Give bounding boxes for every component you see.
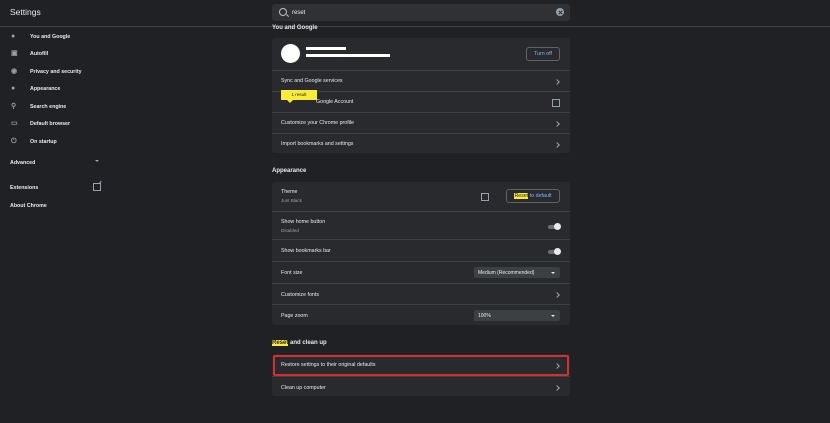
font-size-row: Font size Medium (Recommended) — [272, 261, 570, 284]
person-icon: ● — [11, 33, 16, 40]
open-in-new-icon[interactable] — [481, 193, 489, 201]
bookmarks-bar-toggle[interactable] — [548, 248, 561, 255]
search-result-bubble: 1 result — [281, 90, 317, 103]
open-in-new-icon — [552, 99, 560, 107]
font-size-select[interactable]: Medium (Recommended) — [474, 267, 560, 278]
account-row: Turn off — [272, 38, 570, 70]
reset-to-default-button[interactable]: Reset to default — [506, 189, 560, 203]
import-bookmarks-row[interactable]: Import bookmarks and settings — [272, 133, 570, 154]
chevron-down-icon — [95, 160, 99, 162]
chevron-right-icon — [554, 385, 560, 391]
chevron-right-icon — [554, 79, 560, 85]
chevron-down-icon — [551, 314, 555, 317]
turn-off-button[interactable]: Turn off — [526, 47, 560, 61]
sidebar-item-privacy[interactable]: ◉ Privacy and security — [0, 64, 110, 80]
reset-card: Restore settings to their original defau… — [272, 354, 570, 396]
palette-icon: ● — [11, 85, 16, 92]
restore-defaults-row[interactable]: Restore settings to their original defau… — [272, 354, 570, 376]
search-input[interactable] — [292, 7, 542, 18]
theme-row: Theme Just Black Reset to default — [272, 182, 570, 211]
search-box[interactable] — [272, 4, 570, 21]
account-email-redacted — [306, 54, 390, 57]
appearance-title: Appearance — [272, 168, 307, 174]
sidebar-item-on-startup[interactable]: ⏻ On startup — [0, 134, 110, 150]
customize-profile-row[interactable]: Customize your Chrome profile — [272, 112, 570, 134]
sidebar-item-appearance[interactable]: ● Appearance — [0, 81, 110, 97]
you-and-google-title: You and Google — [272, 25, 318, 31]
chevron-down-icon — [551, 271, 555, 274]
browser-icon: ▭ — [11, 120, 18, 127]
sync-row[interactable]: Sync and Google services — [272, 70, 570, 92]
home-button-toggle[interactable] — [548, 223, 561, 230]
app-title: Settings — [10, 7, 41, 17]
top-bar: Settings — [0, 0, 830, 27]
home-button-row[interactable]: Show home button Disabled — [272, 211, 570, 240]
clipboard-icon: ▣ — [11, 50, 18, 57]
sidebar-item-search-engine[interactable]: ⚲ Search engine — [0, 99, 110, 115]
chevron-right-icon — [554, 121, 560, 127]
account-name-redacted — [306, 47, 346, 50]
sidebar-advanced[interactable]: Advanced — [0, 155, 110, 171]
sidebar-item-you-and-google[interactable]: ● You and Google — [0, 29, 110, 45]
customize-fonts-row[interactable]: Customize fonts — [272, 283, 570, 305]
chevron-right-icon — [554, 142, 560, 148]
chevron-right-icon — [554, 292, 560, 298]
sidebar-item-autofill[interactable]: ▣ Autofill — [0, 46, 110, 62]
search-icon: ⚲ — [11, 103, 17, 110]
sidebar-item-default-browser[interactable]: ▭ Default browser — [0, 116, 110, 132]
clear-search-icon[interactable] — [556, 8, 564, 16]
shield-icon: ◉ — [11, 68, 18, 75]
open-in-new-icon — [93, 183, 101, 191]
sidebar-about-chrome[interactable]: About Chrome — [0, 198, 110, 214]
reset-section-title: Reset and clean up — [272, 340, 327, 346]
page-zoom-row: Page zoom 100% — [272, 304, 570, 326]
page-zoom-select[interactable]: 100% — [474, 310, 560, 321]
clean-up-computer-row[interactable]: Clean up computer — [272, 376, 570, 397]
power-icon: ⏻ — [11, 138, 17, 145]
appearance-card: Theme Just Black Reset to default Show h… — [272, 182, 570, 325]
search-icon — [279, 8, 287, 16]
avatar — [281, 44, 300, 63]
sidebar-extensions[interactable]: Extensions — [0, 180, 110, 196]
bookmarks-bar-row[interactable]: Show bookmarks bar — [272, 239, 570, 262]
chevron-right-icon — [554, 363, 560, 369]
